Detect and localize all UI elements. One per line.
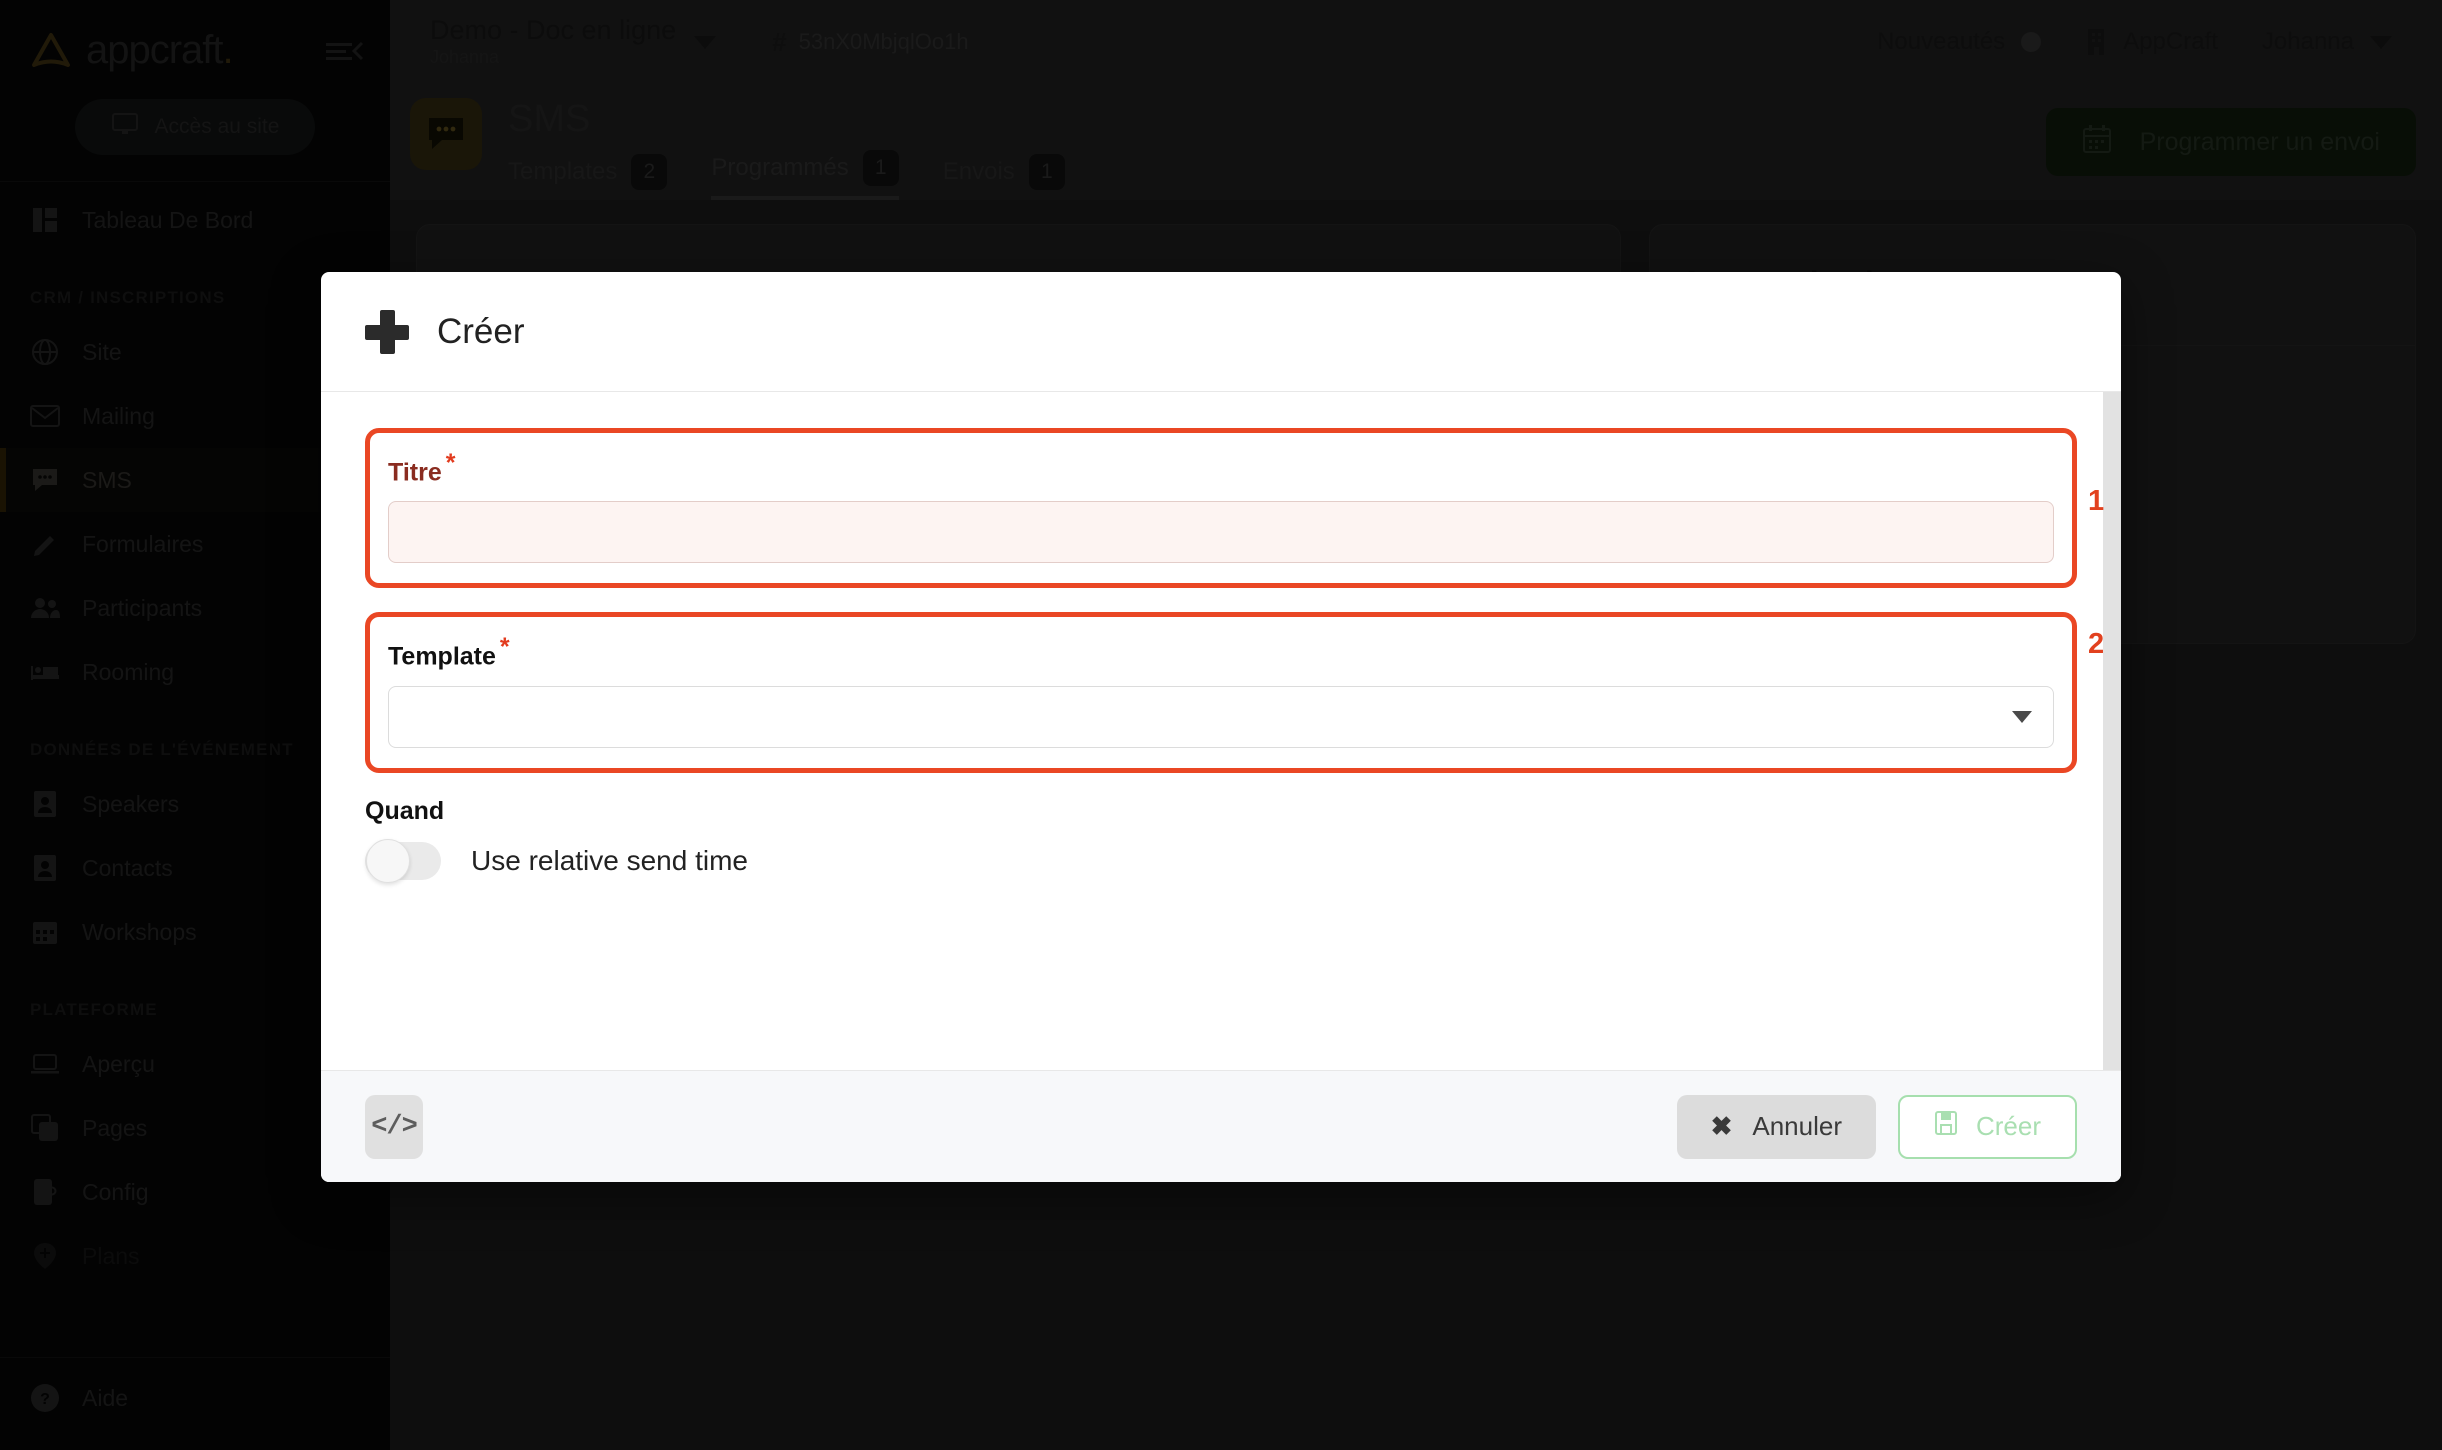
- titre-field-highlight: Titre*: [365, 428, 2077, 588]
- modal-header: Créer: [321, 272, 2121, 392]
- relative-send-time-label: Use relative send time: [471, 845, 748, 877]
- modal-title: Créer: [437, 312, 525, 352]
- modal-scrollbar[interactable]: [2103, 392, 2121, 1070]
- plus-icon: [365, 310, 409, 354]
- required-mark: *: [500, 633, 510, 661]
- create-modal: Créer Titre* Template*: [321, 272, 2121, 1182]
- create-button[interactable]: Créer: [1898, 1095, 2077, 1159]
- template-field-highlight: Template*: [365, 612, 2077, 772]
- annotation-number-1: 1: [2088, 485, 2104, 518]
- template-select-wrapper: [388, 686, 2054, 748]
- close-x-icon: ✖: [1711, 1111, 1733, 1142]
- code-brackets-icon: </>: [371, 1112, 417, 1142]
- modal-footer: </> ✖ Annuler Créer: [321, 1070, 2121, 1182]
- titre-input[interactable]: [388, 501, 2054, 563]
- save-disk-icon: [1934, 1110, 1958, 1143]
- relative-send-time-row: Use relative send time: [365, 842, 2077, 880]
- required-mark: *: [446, 449, 456, 477]
- quand-field: Quand Use relative send time: [365, 797, 2077, 880]
- quand-label: Quand: [365, 797, 2077, 826]
- template-label: Template*: [388, 633, 2054, 671]
- create-label: Créer: [1976, 1111, 2041, 1142]
- template-select[interactable]: [388, 686, 2054, 748]
- footer-actions: ✖ Annuler Créer: [1677, 1095, 2077, 1159]
- relative-send-time-toggle[interactable]: [365, 842, 441, 880]
- code-view-button[interactable]: </>: [365, 1095, 423, 1159]
- screen-root: appcraft. Accès au site: [0, 0, 2442, 1450]
- toggle-knob: [366, 839, 410, 883]
- annotation-number-2: 2: [2088, 628, 2104, 661]
- cancel-label: Annuler: [1752, 1111, 1842, 1142]
- titre-label: Titre*: [388, 449, 2054, 487]
- modal-body: Titre* Template* Quand: [321, 392, 2121, 1070]
- cancel-button[interactable]: ✖ Annuler: [1677, 1095, 1876, 1159]
